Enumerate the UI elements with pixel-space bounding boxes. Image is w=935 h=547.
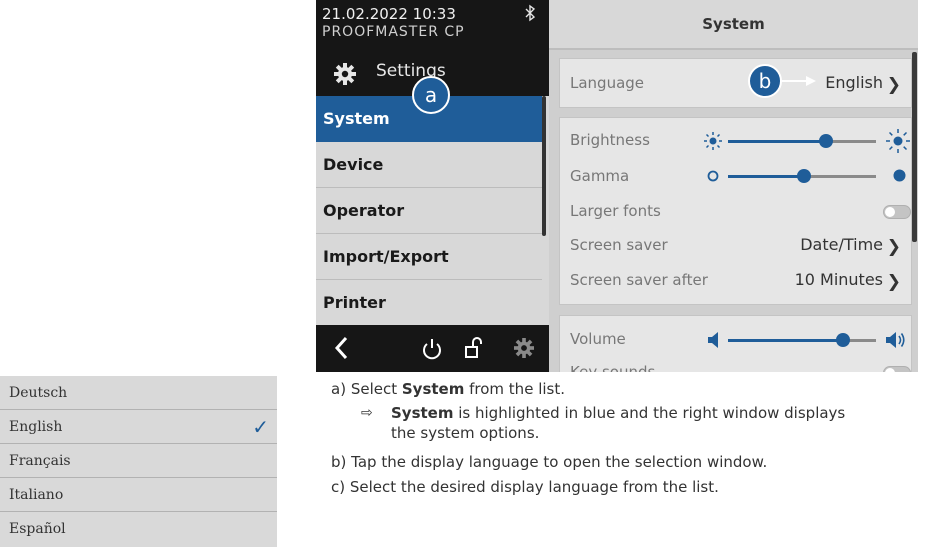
- screen-saver-after-row[interactable]: Screen saver after 10 Minutes ❯: [570, 266, 901, 296]
- step-a-prefix: a): [331, 380, 347, 398]
- sun-icon: [704, 132, 722, 150]
- sound-card: Volume Key sounds: [559, 315, 912, 372]
- language-label: Language: [570, 74, 645, 92]
- result-arrow-icon: ⇨: [361, 405, 373, 421]
- volume-row: Volume: [570, 325, 905, 355]
- chevron-right-icon: ❯: [886, 237, 901, 257]
- gear-icon[interactable]: [514, 338, 534, 358]
- language-row[interactable]: Language English ❯: [570, 69, 901, 99]
- screen-saver-label: Screen saver: [570, 236, 668, 254]
- gamma-slider-knob[interactable]: [797, 169, 811, 183]
- larger-fonts-row: Larger fonts: [570, 197, 911, 227]
- device-name: PROOFMASTER CP: [322, 24, 465, 40]
- gamma-low-icon: [707, 170, 719, 182]
- brightness-slider-fill: [728, 140, 826, 143]
- callout-b: b: [748, 64, 782, 98]
- volume-slider-fill: [728, 339, 843, 342]
- device-screen: 21.02.2022 10:33 PROOFMASTER CP Settings: [316, 0, 918, 372]
- menu-item-import-export[interactable]: Import/Export: [316, 234, 542, 280]
- checkmark-icon: ✓: [252, 415, 269, 439]
- screen-saver-value: Date/Time: [800, 235, 883, 254]
- step-a-pre: Select: [350, 380, 402, 398]
- page-title: System: [549, 0, 918, 50]
- unlock-icon[interactable]: [464, 337, 484, 359]
- brightness-slider-knob[interactable]: [819, 134, 833, 148]
- brightness-slider[interactable]: [728, 134, 876, 148]
- screen-saver-after-label: Screen saver after: [570, 271, 708, 289]
- volume-label: Volume: [570, 330, 626, 348]
- bluetooth-icon: [525, 4, 536, 22]
- chevron-right-icon: ❯: [886, 75, 901, 95]
- chevron-right-icon: ❯: [886, 272, 901, 292]
- larger-fonts-toggle[interactable]: [883, 205, 911, 219]
- speaker-icon: [708, 332, 718, 348]
- gear-icon: [334, 63, 356, 85]
- gamma-high-icon: [893, 169, 906, 182]
- result-text-1: is highlighted in blue and the right win…: [453, 404, 846, 422]
- step-c-prefix: c): [331, 478, 346, 496]
- sun-icon: [886, 129, 910, 153]
- larger-fonts-label: Larger fonts: [570, 202, 661, 220]
- gamma-slider-fill: [728, 175, 804, 178]
- bottom-bar: [316, 325, 549, 372]
- language-value: English: [825, 73, 883, 92]
- language-card[interactable]: Language English ❯: [559, 58, 912, 108]
- menu-item-operator[interactable]: Operator: [316, 188, 542, 234]
- left-panel: 21.02.2022 10:33 PROOFMASTER CP Settings: [316, 0, 549, 372]
- step-a-result-line1: System is highlighted in blue and the ri…: [391, 402, 845, 424]
- callout-a: a: [412, 76, 450, 114]
- language-option-francais[interactable]: Français: [0, 444, 277, 478]
- language-option-english[interactable]: English ✓: [0, 410, 277, 444]
- screen-saver-row[interactable]: Screen saver Date/Time ❯: [570, 231, 901, 261]
- step-c: c) Select the desired display language f…: [331, 476, 719, 498]
- step-b-prefix: b): [331, 453, 347, 471]
- step-a-bold: System: [401, 380, 465, 398]
- volume-slider[interactable]: [728, 333, 876, 347]
- gamma-row: Gamma: [570, 162, 906, 192]
- display-card: Brightness Gamma Larger fonts Screen sav…: [559, 117, 912, 305]
- language-option-italiano[interactable]: Italiano: [0, 478, 277, 512]
- screen-saver-after-value: 10 Minutes: [794, 270, 883, 289]
- callout-arrow-icon: [782, 76, 816, 86]
- step-b-text: Tap the display language to open the sel…: [351, 453, 768, 471]
- gamma-label: Gamma: [570, 167, 630, 185]
- key-sounds-toggle[interactable]: [883, 366, 911, 372]
- step-a-post: from the list.: [464, 380, 565, 398]
- step-b: b) Tap the display language to open the …: [331, 451, 767, 473]
- power-icon[interactable]: [422, 338, 442, 360]
- content-scrollbar[interactable]: [912, 52, 917, 242]
- step-c-text: Select the desired display language from…: [349, 478, 719, 496]
- key-sounds-row: Key sounds: [570, 358, 911, 372]
- language-option-deutsch[interactable]: Deutsch: [0, 376, 277, 410]
- speaker-icon: [886, 332, 905, 348]
- brightness-row: Brightness: [570, 126, 910, 156]
- back-icon[interactable]: [334, 336, 348, 360]
- menu-item-printer[interactable]: Printer: [316, 280, 542, 326]
- key-sounds-label: Key sounds: [570, 363, 656, 372]
- result-text-2: the system options.: [391, 424, 540, 442]
- language-list: Deutsch English ✓ Français Italiano Espa…: [0, 376, 277, 547]
- brightness-label: Brightness: [570, 131, 650, 149]
- gamma-slider[interactable]: [728, 169, 876, 183]
- right-panel: System Language English ❯ Brightness Gam…: [549, 0, 918, 372]
- datetime: 21.02.2022 10:33: [322, 5, 456, 23]
- menu-scrollbar[interactable]: [542, 96, 546, 236]
- menu-item-device[interactable]: Device: [316, 142, 542, 188]
- step-a: a) Select System from the list.: [331, 378, 565, 400]
- language-option-label: English: [9, 419, 63, 435]
- volume-slider-knob[interactable]: [836, 333, 850, 347]
- result-bold: System: [391, 404, 454, 422]
- language-option-espanol[interactable]: Español: [0, 512, 277, 546]
